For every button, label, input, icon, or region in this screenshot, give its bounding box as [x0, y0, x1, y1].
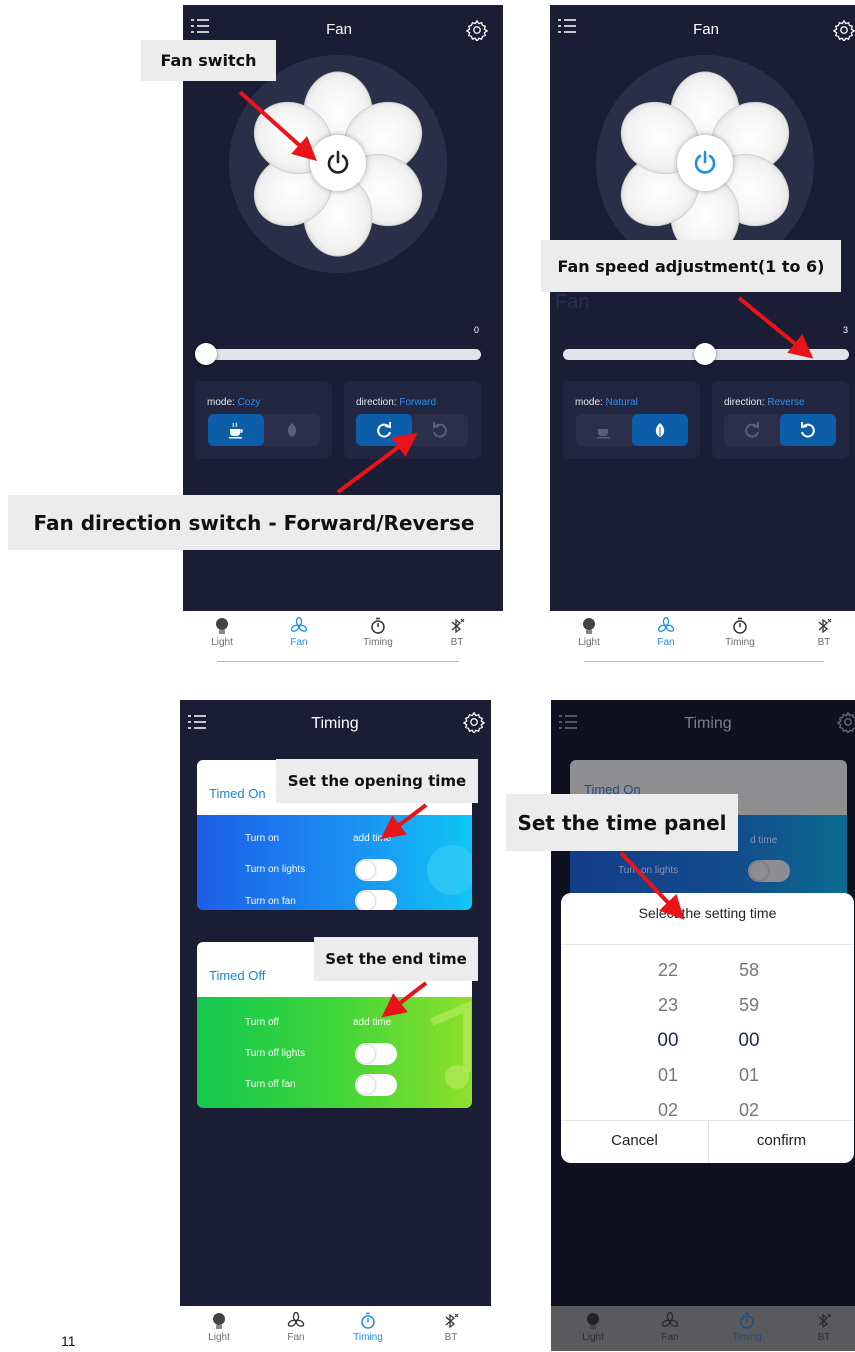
arrow-direction: [336, 432, 418, 494]
arrow-time-panel: [619, 851, 685, 920]
arrow-speed: [737, 296, 814, 359]
annotation-arrows: [238, 90, 814, 1018]
page-number: 11: [61, 1333, 76, 1349]
arrow-opening-time: [380, 803, 428, 840]
arrow-fan-switch: [238, 90, 317, 162]
arrow-end-time: [381, 981, 428, 1018]
